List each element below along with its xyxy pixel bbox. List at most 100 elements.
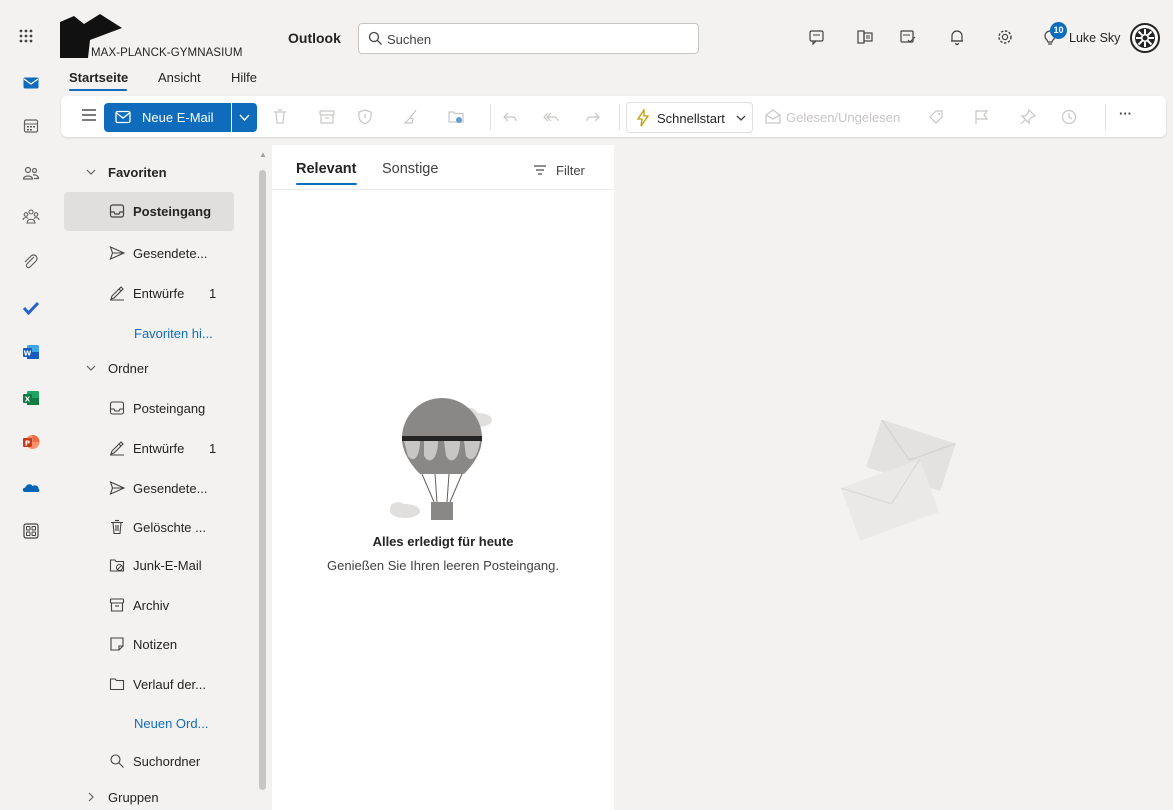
bell-icon[interactable] xyxy=(948,28,966,46)
folder-icon xyxy=(109,676,125,695)
chevron-down-icon[interactable] xyxy=(85,362,97,377)
svg-text:W: W xyxy=(24,349,32,357)
archive-icon xyxy=(109,597,125,616)
folder-label: Archiv xyxy=(133,598,170,613)
app-title[interactable]: Outlook xyxy=(288,30,341,46)
tab-sonstige[interactable]: Sonstige xyxy=(382,161,438,177)
tab-active-indicator xyxy=(69,89,127,91)
envelope-illustration xyxy=(840,419,960,548)
folder-scrollbar[interactable] xyxy=(259,170,266,790)
groups-header[interactable]: Gruppen xyxy=(108,790,159,805)
new-mail-button[interactable]: Neue E-Mail xyxy=(104,103,231,132)
mail-app-icon[interactable] xyxy=(22,74,40,92)
gear-icon[interactable] xyxy=(996,28,1014,46)
hide-favorites-link[interactable]: Favoriten hi... xyxy=(134,326,213,341)
send-icon xyxy=(109,480,126,499)
svg-text:X: X xyxy=(25,395,31,403)
chevron-right-icon[interactable] xyxy=(85,791,97,806)
calendar-icon[interactable] xyxy=(22,117,40,135)
tab-ansicht[interactable]: Ansicht xyxy=(158,70,201,85)
report-icon[interactable] xyxy=(356,108,374,126)
filter-label: Filter xyxy=(556,163,585,178)
reply-icon[interactable] xyxy=(501,108,519,126)
envelope-open-icon[interactable] xyxy=(764,108,782,126)
list-tab-indicator xyxy=(296,183,357,185)
search-icon xyxy=(368,31,383,46)
menu-icon[interactable] xyxy=(81,108,97,122)
svg-text:P: P xyxy=(25,439,30,447)
folder-label: Posteingang xyxy=(133,401,206,416)
forward-icon[interactable] xyxy=(584,108,602,126)
chevron-down-icon xyxy=(735,112,747,127)
chevron-down-icon[interactable] xyxy=(85,166,97,181)
excel-icon[interactable]: X xyxy=(22,389,40,407)
tab-relevant[interactable]: Relevant xyxy=(296,161,356,177)
avatar[interactable] xyxy=(1130,23,1160,53)
scroll-up-icon[interactable]: ▲ xyxy=(259,150,267,159)
folder-label: Gesendete... xyxy=(133,481,208,496)
powerpoint-icon[interactable]: P xyxy=(22,433,40,451)
send-icon xyxy=(109,245,126,264)
empty-state-title: Alles erledigt für heute xyxy=(372,534,514,549)
people-icon[interactable] xyxy=(22,164,40,182)
mail-icon xyxy=(115,110,131,124)
org-name: MAX-PLANCK-GYMNASIUM xyxy=(91,47,243,59)
more-apps-icon[interactable] xyxy=(22,522,40,540)
word-icon[interactable]: W xyxy=(22,343,40,361)
office-icon[interactable] xyxy=(856,28,874,46)
favorites-header[interactable]: Favoriten xyxy=(108,165,167,180)
drafts-icon xyxy=(109,440,125,459)
new-folder-link[interactable]: Neuen Ord... xyxy=(134,716,208,731)
search-icon xyxy=(109,753,125,772)
archive-icon[interactable] xyxy=(318,108,336,126)
move-icon[interactable] xyxy=(447,108,465,126)
delete-icon[interactable] xyxy=(271,108,289,126)
tasks-icon[interactable] xyxy=(899,28,917,46)
read-unread-button[interactable]: Gelesen/Ungelesen xyxy=(786,110,900,125)
flag-icon[interactable] xyxy=(972,108,990,126)
search-input[interactable]: Suchen xyxy=(358,23,699,54)
tab-hilfe[interactable]: Hilfe xyxy=(231,70,257,85)
clock-icon[interactable] xyxy=(1060,108,1078,126)
folder-count: 1 xyxy=(209,441,217,456)
inbox-icon xyxy=(109,203,125,222)
new-mail-dropdown[interactable] xyxy=(232,103,257,132)
folders-header[interactable]: Ordner xyxy=(108,361,148,376)
new-mail-label: Neue E-Mail xyxy=(142,110,214,125)
folder-label: Entwürfe xyxy=(133,441,185,456)
toolbar-separator xyxy=(619,104,620,130)
folder-label: Junk-E-Mail xyxy=(133,558,202,573)
quick-steps-label: Schnellstart xyxy=(657,111,725,126)
inbox-icon xyxy=(109,400,125,419)
junk-icon xyxy=(109,557,125,576)
waffle-icon[interactable] xyxy=(18,28,38,48)
quick-steps-button[interactable]: Schnellstart xyxy=(626,102,753,133)
more-options-button[interactable]: ··· xyxy=(1119,106,1132,121)
toolbar-separator xyxy=(490,104,491,130)
chat-icon[interactable] xyxy=(808,28,826,46)
onedrive-icon[interactable] xyxy=(22,478,40,496)
drafts-icon xyxy=(109,285,125,304)
notification-badge: 10 xyxy=(1050,22,1067,39)
search-placeholder: Suchen xyxy=(387,32,432,47)
pin-icon[interactable] xyxy=(1019,108,1037,126)
folder-label: Suchordner xyxy=(133,754,201,769)
folder-label: Posteingang xyxy=(133,204,212,219)
sweep-icon[interactable] xyxy=(402,108,420,126)
tab-startseite[interactable]: Startseite xyxy=(69,70,128,85)
folder-label: Entwürfe xyxy=(133,286,185,301)
trash-icon xyxy=(109,519,125,538)
list-header-divider xyxy=(272,189,614,190)
attachment-icon[interactable] xyxy=(22,253,40,271)
groups-icon[interactable] xyxy=(22,208,40,226)
tag-icon[interactable] xyxy=(927,108,945,126)
folder-label: Gesendete... xyxy=(133,246,208,261)
flash-icon xyxy=(634,107,652,130)
folder-pane xyxy=(61,145,269,810)
folder-count: 1 xyxy=(209,286,217,301)
user-name[interactable]: Luke Sky xyxy=(1069,31,1120,45)
toolbar-separator xyxy=(1105,104,1106,130)
reply-all-icon[interactable] xyxy=(542,108,560,126)
folder-label: Gelöschte ... xyxy=(133,520,206,535)
todo-icon[interactable] xyxy=(22,299,40,317)
